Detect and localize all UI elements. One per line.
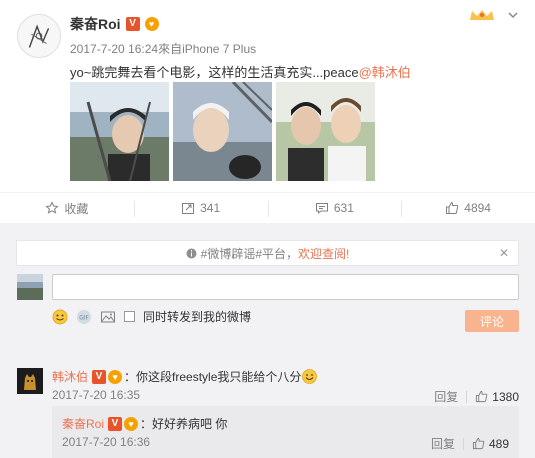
commenter-avatar-image <box>17 368 43 394</box>
post-action-bar: 收藏 341 631 4894 <box>0 192 535 224</box>
reply-author-badges: V ♥ <box>108 416 139 431</box>
comments-panel: #微博辟谣#平台， 欢迎查阅! ✕ GIF 同时转发到我的微博 评论 韩沐伯 V… <box>0 224 535 458</box>
post-author-name[interactable]: 秦奋Roi <box>70 14 121 34</box>
comment-text: ：你这段freestyle我只能给个八分 <box>124 370 302 384</box>
comment-actions: 回复 1380 <box>434 388 519 405</box>
notice-text: #微博辟谣#平台， <box>200 246 298 261</box>
photo-2-image <box>173 82 272 181</box>
post-photos <box>70 82 375 181</box>
gif-icon[interactable]: GIF <box>76 309 92 325</box>
vip-badge-icon[interactable]: ♥ <box>144 17 159 31</box>
photo-1-image <box>70 82 169 181</box>
submit-comment-button[interactable]: 评论 <box>465 310 519 332</box>
comment-count: 631 <box>333 201 354 215</box>
like-icon <box>446 201 459 214</box>
rumor-notice: #微博辟谣#平台， 欢迎查阅! ✕ <box>16 240 519 266</box>
post-body: yo~跳完舞去看个电影，这样的生活真充实...peace <box>70 65 359 80</box>
image-icon[interactable] <box>100 309 116 325</box>
verified-badge-icon[interactable]: V <box>108 416 123 431</box>
post-text: yo~跳完舞去看个电影，这样的生活真充实...peace@韩沐伯 <box>70 62 411 81</box>
like-icon <box>476 390 488 403</box>
commenter-avatar[interactable] <box>17 368 43 394</box>
reply-body: 秦奋Roi V ♥ ：好好养病吧 你 <box>62 415 227 432</box>
current-user-avatar-image <box>17 274 43 300</box>
grin-emoji-icon <box>302 369 318 384</box>
comment-input[interactable] <box>52 274 519 300</box>
comment-like-button[interactable]: 1380 <box>475 390 519 404</box>
post-photo-3[interactable] <box>276 82 375 181</box>
also-repost-checkbox[interactable] <box>124 311 135 322</box>
photo-3-image <box>276 82 375 181</box>
star-icon <box>45 201 60 214</box>
like-button[interactable]: 4894 <box>401 193 535 223</box>
favorite-button[interactable]: 收藏 <box>0 193 134 223</box>
comment-icon <box>315 203 328 215</box>
post-author: 秦奋Roi V ♥ <box>70 14 159 34</box>
commenter-name[interactable]: 韩沐伯 <box>52 368 88 385</box>
verified-badge-icon[interactable]: V <box>92 369 107 384</box>
repost-icon <box>182 203 195 214</box>
comment-like-count: 1380 <box>492 389 519 404</box>
commenter-badges: V ♥ <box>92 369 123 384</box>
reply-actions: 回复 489 <box>431 435 509 452</box>
reply-time: 2017-7-20 16:36 <box>62 435 151 449</box>
close-icon[interactable]: ✕ <box>498 247 510 259</box>
vip-badge-icon[interactable]: ♥ <box>108 369 123 384</box>
repost-count: 341 <box>200 201 221 215</box>
info-icon <box>186 248 197 258</box>
also-repost-label[interactable]: 同时转发到我的微博 <box>143 308 251 325</box>
reply-item: 秦奋Roi V ♥ ：好好养病吧 你 2017-7-20 16:36 回复 48… <box>52 406 519 458</box>
divider <box>462 437 464 450</box>
crown-icon[interactable] <box>467 8 497 22</box>
chevron-down-icon[interactable] <box>507 10 519 20</box>
svg-text:GIF: GIF <box>79 314 89 321</box>
post-top-right <box>467 8 519 22</box>
current-user-avatar[interactable] <box>17 274 43 300</box>
comment-reply-button[interactable]: 回复 <box>434 388 458 405</box>
post-photo-1[interactable] <box>70 82 169 181</box>
repost-button[interactable]: 341 <box>133 193 268 223</box>
author-avatar[interactable] <box>17 14 61 58</box>
reply-like-count: 489 <box>488 436 509 451</box>
composer-toolbar: GIF 同时转发到我的微博 <box>52 308 251 325</box>
post-mention-link[interactable]: @韩沐伯 <box>359 65 411 80</box>
post-photo-2[interactable] <box>173 82 272 181</box>
emoji-icon[interactable] <box>52 309 68 325</box>
reply-reply-button[interactable]: 回复 <box>431 435 455 452</box>
reply-like-button[interactable]: 489 <box>472 437 509 451</box>
divider <box>466 390 468 403</box>
post-meta: 2017-7-20 16:24來自iPhone 7 Plus <box>70 42 257 56</box>
comment-button[interactable]: 631 <box>267 193 402 223</box>
comment-body: 韩沐伯 V ♥ ：你这段freestyle我只能给个八分 <box>52 368 318 385</box>
verified-badge-icon[interactable]: V <box>125 17 140 31</box>
reply-text: ：好好养病吧 你 <box>140 417 228 431</box>
like-icon <box>472 437 485 450</box>
avatar-sketch-image <box>18 15 60 57</box>
vip-badge-icon[interactable]: ♥ <box>124 416 139 431</box>
weibo-post: 秦奋Roi V ♥ 2017-7-20 16:24來自iPhone 7 Plus… <box>0 0 535 192</box>
like-count: 4894 <box>464 201 491 215</box>
notice-link[interactable]: 欢迎查阅! <box>298 245 349 262</box>
reply-author-name[interactable]: 秦奋Roi <box>62 415 104 432</box>
comment-time: 2017-7-20 16:35 <box>52 388 141 402</box>
favorite-label: 收藏 <box>64 201 89 216</box>
